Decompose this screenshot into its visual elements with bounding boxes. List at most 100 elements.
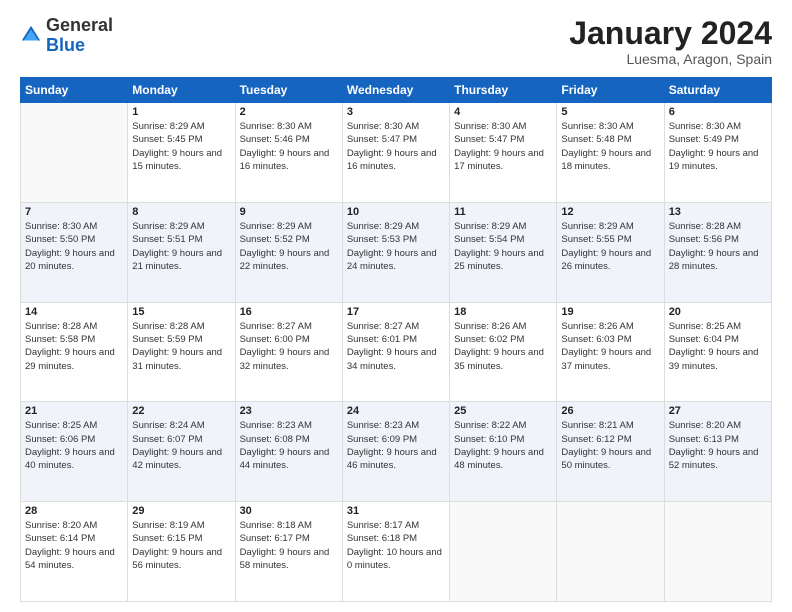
day-info: Sunrise: 8:29 AMSunset: 5:51 PMDaylight:… [132,220,230,273]
header-tuesday: Tuesday [235,78,342,103]
title-section: January 2024 Luesma, Aragon, Spain [569,16,772,67]
day-number: 2 [240,106,338,118]
page: General Blue January 2024 Luesma, Aragon… [0,0,792,612]
header: General Blue January 2024 Luesma, Aragon… [20,16,772,67]
day-number: 31 [347,505,445,517]
day-number: 10 [347,206,445,218]
day-info: Sunrise: 8:23 AMSunset: 6:08 PMDaylight:… [240,419,338,472]
day-number: 17 [347,306,445,318]
header-saturday: Saturday [664,78,771,103]
calendar-week-1: 1Sunrise: 8:29 AMSunset: 5:45 PMDaylight… [21,103,772,203]
calendar-week-2: 7Sunrise: 8:30 AMSunset: 5:50 PMDaylight… [21,202,772,302]
day-info: Sunrise: 8:26 AMSunset: 6:02 PMDaylight:… [454,320,552,373]
day-info: Sunrise: 8:28 AMSunset: 5:59 PMDaylight:… [132,320,230,373]
day-info: Sunrise: 8:20 AMSunset: 6:14 PMDaylight:… [25,519,123,572]
day-number: 24 [347,405,445,417]
day-info: Sunrise: 8:29 AMSunset: 5:52 PMDaylight:… [240,220,338,273]
calendar-cell-3-6: 19Sunrise: 8:26 AMSunset: 6:03 PMDayligh… [557,302,664,402]
header-wednesday: Wednesday [342,78,449,103]
calendar-cell-5-1: 28 Sunrise: 8:20 AMSunset: 6:14 PMDayligh… [21,502,128,602]
logo-general-text: General [46,16,113,36]
day-number: 6 [669,106,767,118]
day-info: Sunrise: 8:20 AMSunset: 6:13 PMDaylight:… [669,419,767,472]
day-number: 4 [454,106,552,118]
day-info: Sunrise: 8:29 AMSunset: 5:53 PMDaylight:… [347,220,445,273]
day-number: 3 [347,106,445,118]
calendar-cell-1-3: 2Sunrise: 8:30 AMSunset: 5:46 PMDaylight… [235,103,342,203]
day-info: Sunrise: 8:23 AMSunset: 6:09 PMDaylight:… [347,419,445,472]
calendar-cell-1-6: 5Sunrise: 8:30 AMSunset: 5:48 PMDaylight… [557,103,664,203]
day-info: Sunrise: 8:21 AMSunset: 6:12 PMDaylight:… [561,419,659,472]
day-info: Sunrise: 8:30 AMSunset: 5:47 PMDaylight:… [347,120,445,173]
day-info: Sunrise: 8:26 AMSunset: 6:03 PMDaylight:… [561,320,659,373]
day-info: Sunrise: 8:28 AMSunset: 5:56 PMDaylight:… [669,220,767,273]
calendar-table: Sunday Monday Tuesday Wednesday Thursday… [20,77,772,602]
day-info: Sunrise: 8:18 AMSunset: 6:17 PMDaylight:… [240,519,338,572]
day-info: Sunrise: 8:29 AMSunset: 5:55 PMDaylight:… [561,220,659,273]
day-info: Sunrise: 8:30 AMSunset: 5:50 PMDaylight:… [25,220,123,273]
day-number: 30 [240,505,338,517]
day-info: Sunrise: 8:29 AMSunset: 5:54 PMDaylight:… [454,220,552,273]
calendar-cell-4-3: 23 Sunrise: 8:23 AMSunset: 6:08 PMDayligh… [235,402,342,502]
calendar-cell-5-2: 29 Sunrise: 8:19 AMSunset: 6:15 PMDayligh… [128,502,235,602]
day-info: Sunrise: 8:17 AMSunset: 6:18 PMDaylight:… [347,519,445,572]
day-info: Sunrise: 8:30 AMSunset: 5:47 PMDaylight:… [454,120,552,173]
day-info: Sunrise: 8:30 AMSunset: 5:49 PMDaylight:… [669,120,767,173]
calendar-cell-5-4: 31 Sunrise: 8:17 AMSunset: 6:18 PMDayligh… [342,502,449,602]
calendar-cell-2-7: 13Sunrise: 8:28 AMSunset: 5:56 PMDayligh… [664,202,771,302]
calendar-cell-3-5: 18 Sunrise: 8:26 AMSunset: 6:02 PMDayligh… [450,302,557,402]
calendar-cell-5-3: 30 Sunrise: 8:18 AMSunset: 6:17 PMDayligh… [235,502,342,602]
logo-blue-text: Blue [46,36,113,56]
day-info: Sunrise: 8:27 AMSunset: 6:01 PMDaylight:… [347,320,445,373]
day-info: Sunrise: 8:30 AMSunset: 5:48 PMDaylight:… [561,120,659,173]
day-number: 27 [669,405,767,417]
day-number: 15 [132,306,230,318]
logo-text: General Blue [46,16,113,56]
calendar-cell-2-4: 10 Sunrise: 8:29 AMSunset: 5:53 PMDayligh… [342,202,449,302]
calendar-cell-4-2: 22Sunrise: 8:24 AMSunset: 6:07 PMDayligh… [128,402,235,502]
calendar-cell-5-7 [664,502,771,602]
calendar-cell-5-5 [450,502,557,602]
calendar-cell-2-6: 12 Sunrise: 8:29 AMSunset: 5:55 PMDayligh… [557,202,664,302]
calendar-header-row: Sunday Monday Tuesday Wednesday Thursday… [21,78,772,103]
day-number: 20 [669,306,767,318]
day-number: 23 [240,405,338,417]
calendar-cell-2-5: 11 Sunrise: 8:29 AMSunset: 5:54 PMDayligh… [450,202,557,302]
day-number: 26 [561,405,659,417]
subtitle: Luesma, Aragon, Spain [569,51,772,67]
calendar-cell-2-1: 7Sunrise: 8:30 AMSunset: 5:50 PMDaylight… [21,202,128,302]
calendar-cell-4-5: 25 Sunrise: 8:22 AMSunset: 6:10 PMDayligh… [450,402,557,502]
day-number: 11 [454,206,552,218]
calendar-week-5: 28 Sunrise: 8:20 AMSunset: 6:14 PMDayligh… [21,502,772,602]
header-sunday: Sunday [21,78,128,103]
day-info: Sunrise: 8:28 AMSunset: 5:58 PMDaylight:… [25,320,123,373]
header-monday: Monday [128,78,235,103]
day-number: 29 [132,505,230,517]
calendar-cell-1-7: 6 Sunrise: 8:30 AMSunset: 5:49 PMDaylight… [664,103,771,203]
calendar-cell-1-4: 3 Sunrise: 8:30 AMSunset: 5:47 PMDaylight… [342,103,449,203]
day-number: 9 [240,206,338,218]
day-number: 12 [561,206,659,218]
day-number: 28 [25,505,123,517]
calendar-week-3: 14Sunrise: 8:28 AMSunset: 5:58 PMDayligh… [21,302,772,402]
calendar-cell-3-7: 20 Sunrise: 8:25 AMSunset: 6:04 PMDayligh… [664,302,771,402]
day-info: Sunrise: 8:19 AMSunset: 6:15 PMDaylight:… [132,519,230,572]
day-number: 22 [132,405,230,417]
header-thursday: Thursday [450,78,557,103]
day-info: Sunrise: 8:22 AMSunset: 6:10 PMDaylight:… [454,419,552,472]
calendar-week-4: 21Sunrise: 8:25 AMSunset: 6:06 PMDayligh… [21,402,772,502]
calendar-cell-3-1: 14Sunrise: 8:28 AMSunset: 5:58 PMDayligh… [21,302,128,402]
day-info: Sunrise: 8:25 AMSunset: 6:04 PMDaylight:… [669,320,767,373]
day-info: Sunrise: 8:27 AMSunset: 6:00 PMDaylight:… [240,320,338,373]
calendar-cell-3-4: 17 Sunrise: 8:27 AMSunset: 6:01 PMDayligh… [342,302,449,402]
logo-icon [20,24,42,46]
day-number: 16 [240,306,338,318]
day-number: 18 [454,306,552,318]
day-number: 1 [132,106,230,118]
calendar-cell-3-3: 16 Sunrise: 8:27 AMSunset: 6:00 PMDayligh… [235,302,342,402]
header-friday: Friday [557,78,664,103]
calendar-cell-5-6 [557,502,664,602]
day-number: 21 [25,405,123,417]
day-number: 25 [454,405,552,417]
main-title: January 2024 [569,16,772,51]
